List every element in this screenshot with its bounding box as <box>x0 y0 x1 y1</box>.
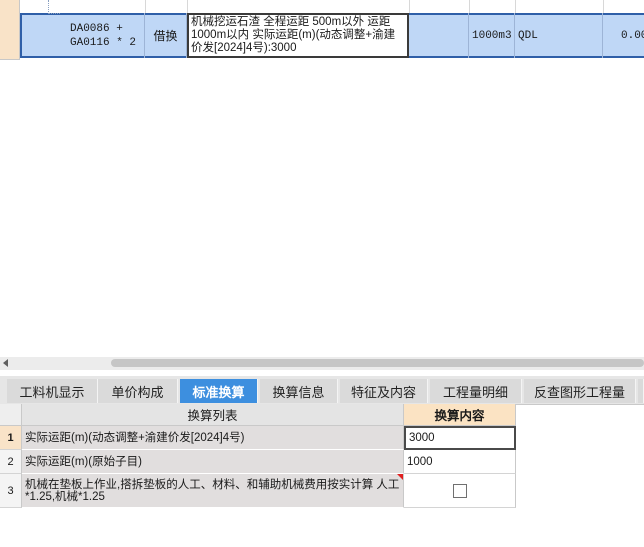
header-corner <box>0 404 22 426</box>
code-line-1: DA0086 + <box>70 22 123 35</box>
row-description-text: 机械在垫板上作业,搭拆垫板的人工、材料、和辅助机械费用按实计算 人工*1.25,… <box>25 478 400 503</box>
cell-name-editor[interactable]: 机械挖运石渣 全程运距 500m以外 运距1000m以内 实际运距(m)(动态调… <box>187 13 409 58</box>
grid-divider <box>187 0 188 13</box>
tab-standard-conversion[interactable]: 标准换算 <box>180 379 258 403</box>
grid-divider <box>469 0 470 13</box>
row-number: 3 <box>0 474 22 508</box>
cell-quantity-expr[interactable]: QDL <box>515 13 603 58</box>
row-number: 2 <box>0 450 22 474</box>
tab-overflow[interactable] <box>638 379 644 403</box>
tree-connector <box>48 0 50 14</box>
grid-divider <box>515 0 516 13</box>
tab-quantity-detail[interactable]: 工程量明细 <box>430 379 522 403</box>
row-description: 实际运距(m)(动态调整+渝建价发[2024]4号) <box>22 426 404 450</box>
tab-unit-price[interactable]: 单价构成 <box>98 379 178 403</box>
row-number: 1 <box>0 426 22 450</box>
cell-code[interactable]: DA0086 + GA0116 * 2 <box>22 13 145 58</box>
grid-divider <box>603 0 604 13</box>
code-line-2: GA0116 * 2 <box>70 36 137 49</box>
cell-type[interactable]: 借换 <box>145 13 187 58</box>
note-marker-icon <box>397 474 403 480</box>
cell-blank[interactable] <box>409 13 469 58</box>
grid-divider <box>409 0 410 13</box>
cell-unit[interactable]: 1000m3 <box>469 13 515 58</box>
header-conversion-list: 换算列表 <box>22 404 404 426</box>
distance-input[interactable]: 3000 <box>404 426 516 450</box>
checkbox-icon[interactable] <box>452 483 467 498</box>
tab-conversion-info[interactable]: 换算信息 <box>260 379 338 403</box>
grid-divider <box>145 0 146 13</box>
header-conversion-content: 换算内容 <box>404 404 516 426</box>
checkbox-cell[interactable] <box>404 474 516 508</box>
scrollbar-thumb[interactable] <box>111 359 644 367</box>
tab-bar: 工料机显示 单价构成 标准换算 换算信息 特征及内容 工程量明细 反查图形工程量 <box>0 376 644 405</box>
original-distance-value[interactable]: 1000 <box>404 450 516 474</box>
row-description: 实际运距(m)(原始子目) <box>22 450 404 474</box>
tab-reverse-graphic[interactable]: 反查图形工程量 <box>524 379 636 403</box>
tab-labor-material-machine[interactable]: 工料机显示 <box>7 379 98 403</box>
table-row[interactable]: 2 实际运距(m)(原始子目) 1000 <box>0 450 516 474</box>
cell-value[interactable]: 0.00 <box>603 13 644 58</box>
horizontal-scrollbar[interactable] <box>0 357 644 370</box>
main-grid: DA0086 + GA0116 * 2 借换 机械挖运石渣 全程运距 500m以… <box>0 0 644 60</box>
table-row[interactable]: 3 机械在垫板上作业,搭拆垫板的人工、材料、和辅助机械费用按实计算 人工*1.2… <box>0 474 516 508</box>
tab-features[interactable]: 特征及内容 <box>340 379 428 403</box>
row-description: 机械在垫板上作业,搭拆垫板的人工、材料、和辅助机械费用按实计算 人工*1.25,… <box>22 474 404 508</box>
row-indicator[interactable] <box>0 0 20 60</box>
scroll-left-icon[interactable] <box>3 359 8 367</box>
table-row[interactable]: 1 实际运距(m)(动态调整+渝建价发[2024]4号) 3000 <box>0 426 516 450</box>
